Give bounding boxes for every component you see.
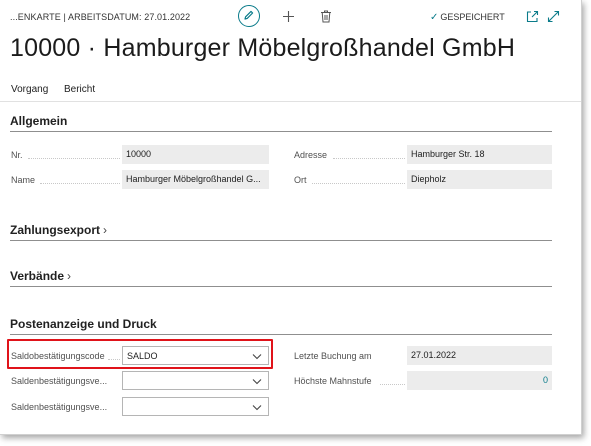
card-page: ...ENKARTE | ARBEITSDATUM: 27.01.2022 ✓ G… — [0, 0, 582, 435]
section-verbaende-divider — [10, 286, 552, 287]
action-bericht[interactable]: Bericht — [64, 84, 95, 95]
section-allgemein-header[interactable]: Allgemein — [10, 114, 67, 128]
letzte-buchung-field: 27.01.2022 — [407, 346, 552, 365]
section-zahlungsexport-divider — [10, 240, 552, 241]
hoechste-mahnstufe-label: Höchste Mahnstufe — [294, 376, 372, 386]
name-leader — [40, 183, 120, 184]
trash-icon[interactable] — [320, 10, 332, 23]
section-postenanzeige-divider — [10, 334, 552, 335]
section-verbaende-header[interactable]: Verbände › — [10, 269, 71, 283]
chevron-right-icon: › — [103, 223, 108, 237]
adresse-field[interactable]: Hamburger Str. 18 — [407, 145, 552, 164]
hoechste-mahnstufe-leader — [380, 384, 405, 385]
ort-field[interactable]: Diepholz — [407, 170, 552, 189]
section-verbaende-title: Verbände — [10, 269, 65, 283]
top-bar: ...ENKARTE | ARBEITSDATUM: 27.01.2022 ✓ G… — [0, 0, 581, 34]
action-bar: Vorgang Bericht — [0, 80, 581, 100]
letzte-buchung-label: Letzte Buchung am — [294, 351, 372, 361]
salden-ve1-select[interactable] — [122, 371, 269, 390]
checkmark-icon: ✓ — [430, 12, 439, 23]
nr-leader — [28, 158, 120, 159]
nr-field[interactable]: 10000 — [122, 145, 269, 164]
section-allgemein-divider — [10, 131, 552, 132]
action-vorgang[interactable]: Vorgang — [11, 84, 48, 95]
action-bar-divider — [0, 101, 581, 102]
expand-icon[interactable] — [547, 10, 560, 23]
section-zahlungsexport-title: Zahlungsexport — [10, 223, 101, 237]
section-postenanzeige-header[interactable]: Postenanzeige und Druck — [10, 317, 157, 331]
adresse-label: Adresse — [294, 150, 328, 160]
name-label: Name — [11, 175, 36, 185]
chevron-down-icon — [252, 403, 262, 413]
salden-ve1-label: Saldenbestätigungsve... — [11, 376, 108, 386]
ort-label: Ort — [294, 175, 307, 185]
plus-icon[interactable] — [282, 10, 295, 23]
open-new-window-icon[interactable] — [526, 10, 539, 23]
section-postenanzeige-title: Postenanzeige und Druck — [10, 317, 157, 331]
chevron-right-icon: › — [67, 269, 72, 283]
edit-icon[interactable] — [238, 5, 260, 27]
saved-status: ✓ GESPEICHERT — [430, 12, 505, 23]
nr-label: Nr. — [11, 150, 23, 160]
page-title: 10000 · Hamburger Möbelgroßhandel GmbH — [10, 34, 516, 62]
chevron-down-icon — [252, 377, 262, 387]
adresse-leader — [333, 158, 405, 159]
saved-status-label: GESPEICHERT — [440, 12, 505, 22]
breadcrumb: ...ENKARTE | ARBEITSDATUM: 27.01.2022 — [10, 12, 191, 22]
highlight-box — [7, 339, 273, 369]
ort-leader — [312, 183, 405, 184]
salden-ve2-label: Saldenbestätigungsve... — [11, 402, 108, 412]
name-field[interactable]: Hamburger Möbelgroßhandel G... — [122, 170, 269, 189]
section-allgemein-title: Allgemein — [10, 114, 68, 128]
hoechste-mahnstufe-field[interactable]: 0 — [407, 371, 552, 390]
section-zahlungsexport-header[interactable]: Zahlungsexport › — [10, 223, 107, 237]
salden-ve2-select[interactable] — [122, 397, 269, 416]
